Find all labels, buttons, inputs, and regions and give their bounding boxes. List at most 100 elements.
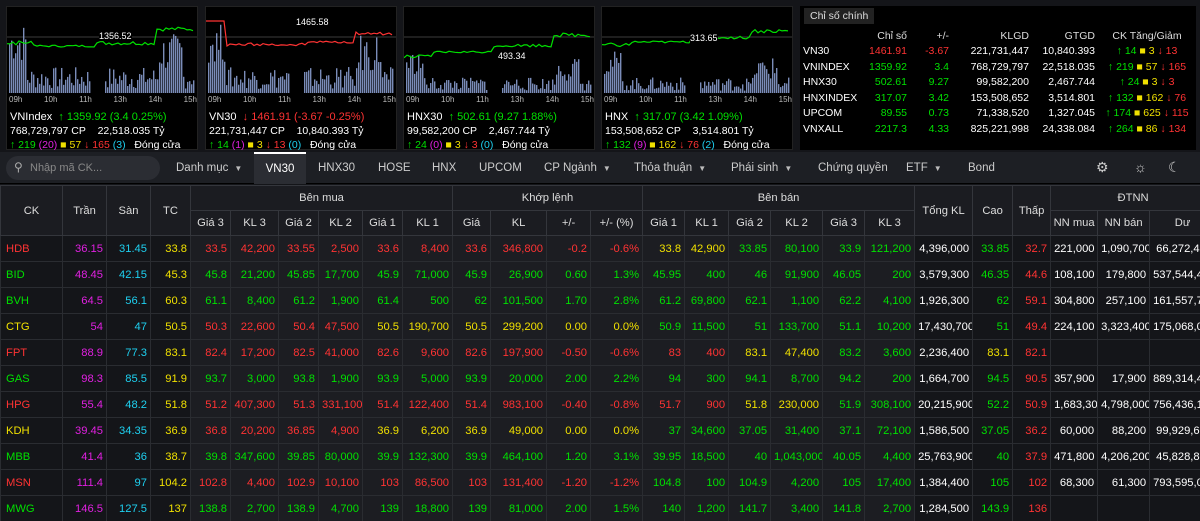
board-row[interactable]: BVH 64.5 56.1 60.3 61.1 8,400 61.2 1,900 61.4 500… — [0, 287, 1200, 314]
subcol-header[interactable]: KL 2 — [318, 210, 363, 236]
volume-bar — [540, 88, 542, 93]
subcol-header[interactable]: KL — [490, 210, 548, 236]
symbol-cell[interactable]: BVH — [0, 287, 63, 314]
tab-hose[interactable]: HOSE — [378, 152, 411, 184]
index-row[interactable]: HNX30 502.61 9.27 99,582,200 2,467.744 ↑… — [800, 75, 1196, 91]
symbol-cell[interactable]: GAS — [0, 365, 63, 392]
col-symbol[interactable]: CK — [0, 185, 63, 236]
col-ceiling[interactable]: Trần — [62, 185, 107, 236]
volume-bar — [732, 90, 734, 93]
symbol-cell[interactable]: MSN — [0, 469, 63, 496]
board-row[interactable]: BID 48.45 42.15 45.3 45.8 21,200 45.85 17,700 45… — [0, 261, 1200, 288]
subcol-header[interactable]: Giá 3 — [822, 210, 866, 236]
subcol-header[interactable]: KL 3 — [864, 210, 916, 236]
unchanged: 162 — [1145, 91, 1164, 104]
tab-negotiated[interactable]: Thỏa thuận ▼ — [634, 152, 706, 184]
col-low[interactable]: Thấp — [1012, 185, 1052, 236]
mini-chart-vnindex[interactable]: 1356.52 09h 10h 11h 13h 14h 15h VNIndex ↑ 135… — [6, 6, 198, 151]
mini-chart-hnx30[interactable]: 493.34 09h 10h 11h 13h 14h 15h HNX30 ↑ 502.61… — [403, 6, 595, 151]
volume-bar — [141, 74, 143, 93]
symbol-cell[interactable]: FPT — [0, 339, 63, 366]
volume-bar — [157, 79, 159, 93]
index-row[interactable]: VNXALL 2217.3 4.33 825,221,998 24,338.08… — [800, 121, 1196, 137]
volume-bar — [764, 65, 766, 93]
subcol-header[interactable]: Giá — [452, 210, 492, 236]
board-row[interactable]: MBB 41.4 36 38.7 39.8 347,600 39.85 80,000 39.9 1… — [0, 443, 1200, 470]
symbol-cell[interactable]: BID — [0, 261, 63, 288]
tab-warrants[interactable]: Chứng quyền — [818, 152, 888, 184]
sun-icon[interactable]: ☼ — [1134, 159, 1147, 175]
col-total-volume[interactable]: Tổng KL — [914, 185, 974, 236]
volume-bar — [624, 90, 626, 93]
symbol-cell[interactable]: CTG — [0, 313, 63, 340]
floor-count: (3) — [112, 139, 126, 151]
mini-chart-hnx[interactable]: 313.65 09h 10h 11h 13h 14h 15h HNX ↑ 317.07 (… — [601, 6, 793, 151]
subcol-header[interactable]: Giá 2 — [728, 210, 772, 236]
board-cell: 71,000 — [401, 261, 454, 288]
volume-bar — [466, 80, 468, 93]
board-cell: 66,272,451 — [1149, 235, 1200, 262]
tab-etf[interactable]: ETF ▼ — [906, 152, 942, 184]
tab-vn30[interactable]: VN30 — [254, 152, 306, 184]
index-row[interactable]: VN30 1461.91 -3.67 221,731,447 10,840.39… — [800, 44, 1196, 60]
session-status: Đóng cửa — [723, 139, 770, 151]
tab-hnx[interactable]: HNX — [432, 152, 456, 184]
tab-industry[interactable]: CP Ngành ▼ — [544, 152, 611, 184]
board-row[interactable]: MWG 146.5 127.5 137 138.8 2,700 138.9 4,700 139 1… — [0, 495, 1200, 521]
gear-icon[interactable]: ⚙ — [1096, 159, 1109, 176]
board-row[interactable]: HDB 36.15 31.45 33.8 33.5 42,200 33.55 2,500 33.… — [0, 235, 1200, 262]
moon-icon[interactable]: ☾ — [1168, 159, 1181, 176]
tab-hnx30[interactable]: HNX30 — [318, 152, 355, 184]
board-cell: 62 — [972, 287, 1014, 314]
tab-derivatives[interactable]: Phái sinh ▼ — [731, 152, 792, 184]
tab-watchlist[interactable]: Danh mục ▼ — [176, 152, 242, 184]
symbol-cell[interactable]: HDB — [0, 235, 63, 262]
symbol-cell[interactable]: MBB — [0, 443, 63, 470]
symbol-cell[interactable]: MWG — [0, 495, 63, 521]
subcol-header[interactable]: Giá 2 — [278, 210, 319, 236]
stock-search-box[interactable]: ⚲ — [6, 156, 160, 180]
col-reference[interactable]: TC — [150, 185, 191, 236]
subcol-header[interactable]: KL 2 — [770, 210, 824, 236]
index-row[interactable]: HNXINDEX 317.07 3.42 153,508,652 3,514.8… — [800, 90, 1196, 106]
subcol-header[interactable]: KL 1 — [401, 210, 454, 236]
col-floor[interactable]: Sàn — [106, 185, 151, 236]
header-up-down: CK Tăng/Giảm — [1112, 29, 1182, 42]
subcol-header[interactable]: +/- — [546, 210, 592, 236]
subcol-header[interactable]: KL 3 — [230, 210, 279, 236]
subcol-header[interactable]: NN mua — [1050, 210, 1099, 236]
volume-bar — [766, 69, 768, 93]
volume-bar — [710, 85, 712, 93]
subcol-header[interactable]: KL 1 — [684, 210, 730, 236]
board-cell: 93.8 — [278, 365, 319, 392]
subcol-header[interactable]: Giá 1 — [642, 210, 686, 236]
volume-bar — [768, 73, 770, 93]
mini-chart-vn30[interactable]: 1465.58 09h 10h 11h 13h 14h 15h VN30 ↓ 1461.9… — [205, 6, 397, 151]
volume-bar — [135, 87, 137, 93]
col-high[interactable]: Cao — [972, 185, 1014, 236]
volume-bar — [159, 62, 161, 93]
volume-bar — [13, 58, 15, 93]
main-indices-title[interactable]: Chỉ số chính — [804, 8, 875, 24]
board-row[interactable]: GAS 98.3 85.5 91.9 93.7 3,000 93.8 1,900 93.9 5,0… — [0, 365, 1200, 392]
board-row[interactable]: HPG 55.4 48.2 51.8 51.2 407,300 51.3 331,100 51.… — [0, 391, 1200, 418]
symbol-cell[interactable]: KDH — [0, 417, 63, 444]
volume-bar — [336, 68, 338, 93]
subcol-header[interactable]: NN bán — [1097, 210, 1151, 236]
tab-bond[interactable]: Bond — [968, 152, 995, 184]
board-row[interactable]: KDH 39.45 34.35 36.9 36.8 20,200 36.85 4,900 36.… — [0, 417, 1200, 444]
subcol-header[interactable]: Dư — [1149, 210, 1200, 236]
volume-bar — [640, 85, 642, 93]
time-tick: 10h — [243, 95, 257, 104]
board-row[interactable]: CTG 54 47 50.5 50.3 22,600 50.4 47,500 50.5 190,7… — [0, 313, 1200, 340]
index-row[interactable]: VNINDEX 1359.92 3.4 768,729,797 22,518.0… — [800, 59, 1196, 75]
subcol-header[interactable]: +/- (%) — [590, 210, 644, 236]
board-row[interactable]: FPT 88.9 77.3 83.1 82.4 17,200 82.5 41,000 82.6 9… — [0, 339, 1200, 366]
subcol-header[interactable]: Giá 3 — [190, 210, 231, 236]
symbol-cell[interactable]: HPG — [0, 391, 63, 418]
board-row[interactable]: MSN 111.4 97 104.2 102.8 4,400 102.9 10,100 103 8… — [0, 469, 1200, 496]
stock-search-input[interactable] — [30, 160, 150, 176]
index-row[interactable]: UPCOM 89.55 0.73 71,338,520 1,327.045 ↑ … — [800, 106, 1196, 122]
tab-upcom[interactable]: UPCOM — [479, 152, 522, 184]
subcol-header[interactable]: Giá 1 — [362, 210, 403, 236]
